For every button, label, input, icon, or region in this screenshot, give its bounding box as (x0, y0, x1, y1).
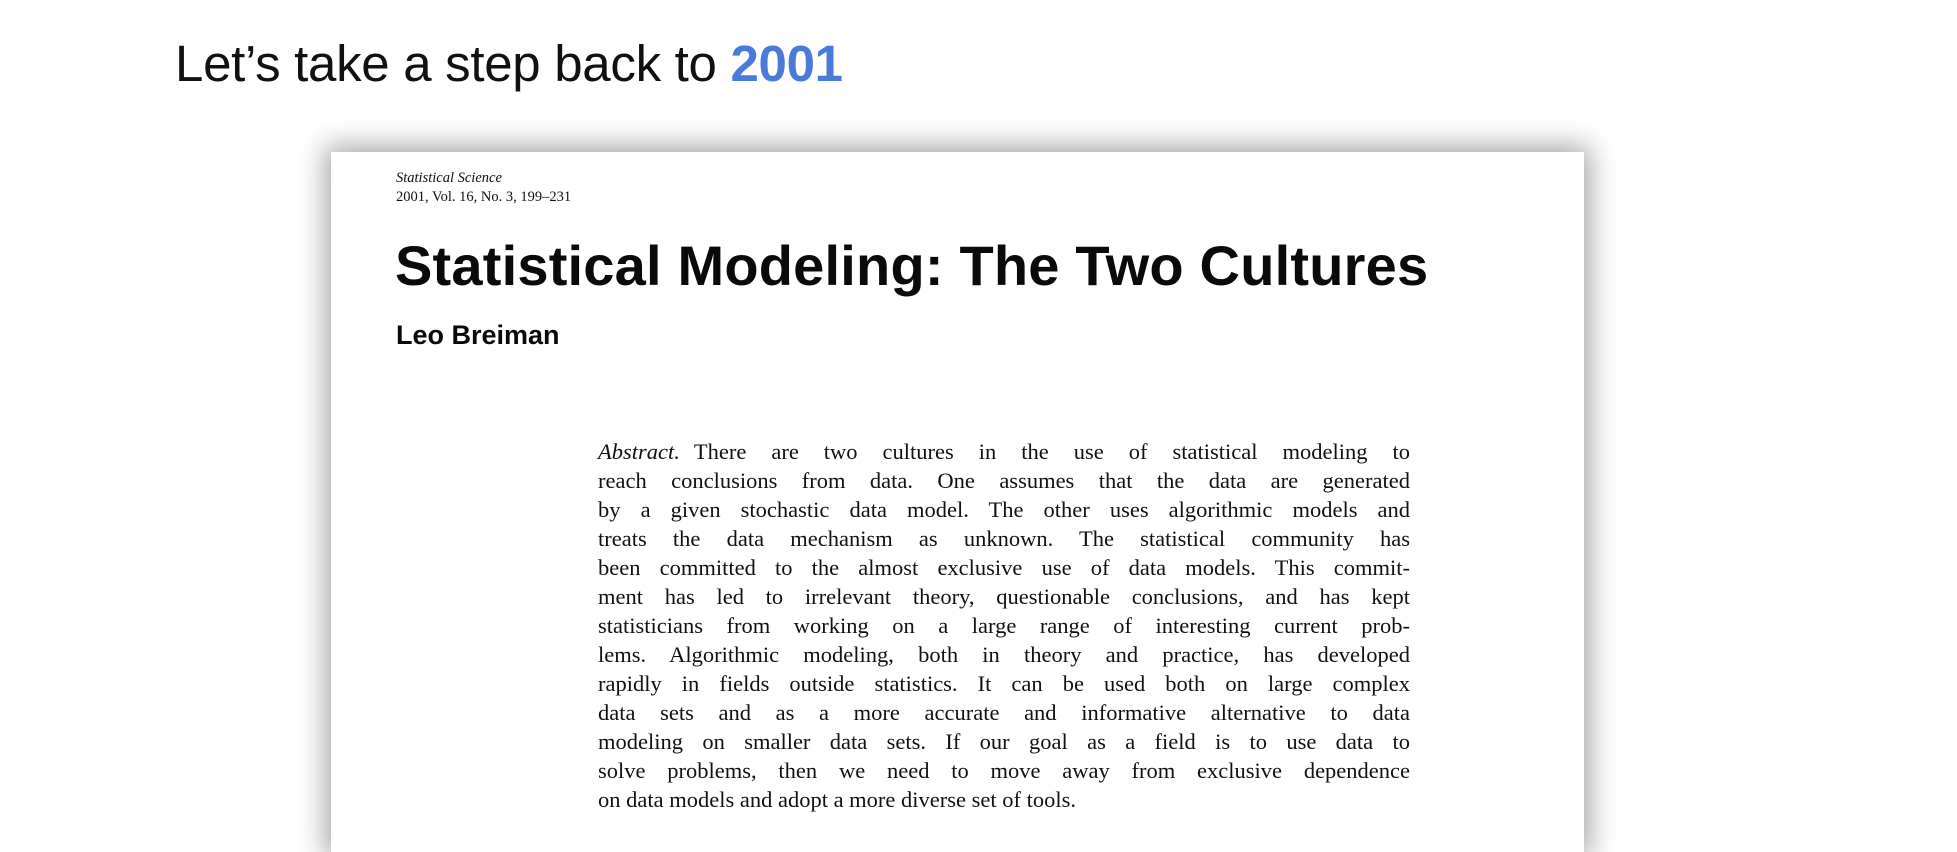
paper-title: Statistical Modeling: The Two Cultures (395, 234, 1429, 297)
paper-page-image: Statistical Science 2001, Vol. 16, No. 3… (331, 152, 1584, 852)
abstract-line: rapidly in fields outside statistics. It… (598, 671, 1410, 696)
abstract-line: Abstract. There are two cultures in the u… (598, 437, 1410, 466)
abstract-line: been committed to the almost exclusive u… (598, 555, 1410, 580)
abstract-line: lems. Algorithmic modeling, both in theo… (598, 642, 1410, 667)
paper-author: Leo Breiman (396, 320, 560, 350)
slide-heading-prefix: Let’s take a step back to (175, 35, 731, 92)
journal-citation: 2001, Vol. 16, No. 3, 199–231 (396, 188, 572, 205)
abstract-line: data sets and as a more accurate and inf… (598, 700, 1410, 725)
abstract-line: by a given stochastic data model. The ot… (598, 497, 1410, 522)
abstract-line: treats the data mechanism as unknown. Th… (598, 526, 1410, 551)
abstract-line: solve problems, then we need to move awa… (598, 758, 1410, 783)
slide-heading-year: 2001 (730, 35, 843, 92)
abstract-line: on data models and adopt a more diverse … (598, 787, 1077, 812)
slide-heading: Let’s take a step back to 2001 (175, 33, 843, 94)
abstract-line: ment has led to irrelevant theory, quest… (598, 584, 1410, 609)
abstract-line-text: There are two cultures in the use of sta… (693, 439, 1410, 464)
abstract-line: statisticians from working on a large ra… (598, 613, 1410, 638)
abstract-line: modeling on smaller data sets. If our go… (598, 729, 1410, 754)
journal-header: Statistical Science 2001, Vol. 16, No. 3… (396, 169, 571, 207)
abstract-label: Abstract. (598, 439, 680, 464)
paper-abstract: Abstract. There are two cultures in the u… (598, 437, 1410, 814)
abstract-line: reach conclusions from data. One assumes… (598, 468, 1410, 493)
journal-name: Statistical Science (396, 170, 502, 186)
